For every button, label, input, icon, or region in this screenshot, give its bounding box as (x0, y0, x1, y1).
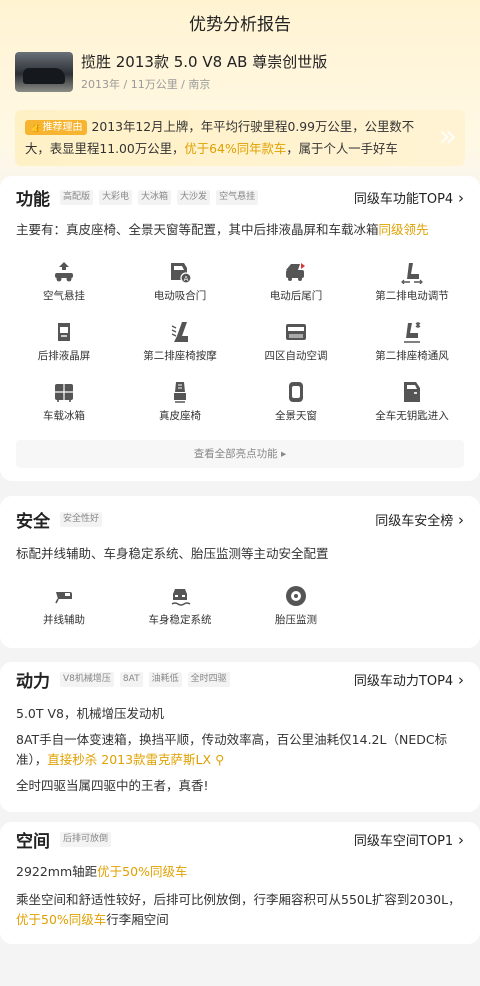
space-wheelbase: 2922mm轴距优于50%同级车 (16, 864, 188, 879)
leather-seat-icon (168, 380, 192, 404)
space-cargo: 乘坐空间和舒适性较好，后排可比例放倒，行李厢容积可从550L扩容到2030L，优… (16, 892, 461, 927)
feature-item[interactable]: 电动后尾门 (238, 254, 354, 314)
fridge-icon (52, 380, 76, 404)
features-desc: 主要有：真皮座椅、全景天窗等配置，其中后排液晶屏和车载冰箱同级领先 (16, 222, 429, 237)
feature-item[interactable]: 全车无钥匙进入 (354, 374, 470, 434)
space-chip: 后排可放倒 (60, 831, 112, 847)
feature-item[interactable]: 车载冰箱 (6, 374, 122, 434)
features-card: 功能 高配版 大彩电 大冰箱 大沙发 空气悬挂 同级车功能TOP4 主要有：真皮… (0, 176, 480, 481)
car-summary[interactable]: 揽胜 2013款 5.0 V8 AB 尊崇创世版 2013年 / 11万公里 /… (15, 52, 327, 92)
space-card: 空间 后排可放倒 同级车空间TOP1 2922mm轴距优于50%同级车 乘坐空间… (0, 822, 480, 944)
power-chip: 油耗低 (148, 671, 182, 687)
comparison-link[interactable]: 直接秒杀 2013款雷克萨斯LX ⚲ (47, 752, 224, 767)
feature-item[interactable]: 真皮座椅 (122, 374, 238, 434)
keyless-entry-icon (400, 380, 424, 404)
feature-item[interactable]: 第二排电动调节 (354, 254, 470, 314)
power-chip: 8AT (119, 671, 143, 687)
tire-pressure-icon (284, 584, 308, 608)
suspension-icon (52, 260, 76, 284)
feature-item[interactable]: 空气悬挂 (6, 254, 122, 314)
section-title: 空间 (16, 831, 50, 852)
recommend-reason: 👍推荐理由 2013年12月上牌，年平均行驶里程0.99万公里，公里数不大，表显里… (15, 110, 465, 166)
soft-close-door-icon: A (168, 260, 192, 284)
features-rank-link[interactable]: 同级车功能TOP4 (354, 188, 464, 207)
chevron-right-icon: » (438, 119, 457, 154)
reason-text-end: ，属于个人一手好车 (286, 141, 398, 156)
safety-item[interactable]: 车身稳定系统 (122, 578, 238, 638)
safety-card: 安全 安全性好 同级车安全榜 标配并线辅助、车身稳定系统、胎压监测等主动安全配置… (0, 496, 480, 648)
reason-highlight: 优于64%同年款车 (184, 141, 287, 156)
svg-text:A: A (184, 275, 189, 283)
power-card: 动力 V8机械增压 8AT 油耗低 全时四驱 同级车动力TOP4 5.0T V8… (0, 662, 480, 812)
power-chip: V8机械增压 (60, 671, 114, 687)
feature-item[interactable]: 后排液晶屏 (6, 314, 122, 374)
car-meta: 2013年 / 11万公里 / 南京 (81, 78, 211, 91)
car-name: 揽胜 2013款 5.0 V8 AB 尊崇创世版 (81, 53, 328, 71)
safety-chip: 安全性好 (60, 511, 103, 527)
space-rank-link[interactable]: 同级车空间TOP1 (354, 830, 464, 849)
view-all-features-button[interactable]: 查看全部亮点功能 (16, 440, 464, 468)
feature-item[interactable]: 第二排座椅通风 (354, 314, 470, 374)
seat-adjust-icon (400, 260, 424, 284)
lane-assist-icon (52, 584, 76, 608)
feature-item[interactable]: 第二排座椅按摩 (122, 314, 238, 374)
safety-item[interactable]: 胎压监测 (238, 578, 354, 638)
safety-grid: 并线辅助 车身稳定系统 胎压监测 (0, 578, 480, 638)
section-title: 安全 (16, 511, 50, 532)
feature-grid: 空气悬挂 A 电动吸合门 电动后尾门 第二排电动调节 后排液晶屏 第二排座椅按摩 … (0, 254, 480, 434)
seat-ventilation-icon (400, 320, 424, 344)
power-rank-link[interactable]: 同级车动力TOP4 (354, 670, 464, 689)
stability-control-icon (168, 584, 192, 608)
rear-screen-icon (52, 320, 76, 344)
search-icon: ⚲ (211, 752, 225, 767)
power-transmission: 8AT手自一体变速箱，换挡平顺，传动效率高，百公里油耗仅14.2L（NEDC标准… (16, 732, 448, 767)
feature-item[interactable]: 全景天窗 (238, 374, 354, 434)
feature-chip: 大冰箱 (138, 189, 172, 205)
safety-item[interactable]: 并线辅助 (6, 578, 122, 638)
feature-chip: 大沙发 (177, 189, 211, 205)
seat-massage-icon (168, 320, 192, 344)
feature-chip: 空气悬挂 (216, 189, 259, 205)
power-tailgate-icon (284, 260, 308, 284)
power-chip: 全时四驱 (187, 671, 230, 687)
recommend-badge: 👍推荐理由 (25, 120, 88, 135)
feature-item[interactable]: 四区自动空调 (238, 314, 354, 374)
feature-item[interactable]: A 电动吸合门 (122, 254, 238, 314)
section-title: 动力 (16, 671, 50, 692)
page-title: 优势分析报告 (189, 15, 291, 35)
climate-control-icon (284, 320, 308, 344)
car-thumbnail (15, 52, 73, 92)
section-title: 功能 (16, 189, 50, 210)
feature-chip: 大彩电 (99, 189, 133, 205)
power-engine: 5.0T V8，机械增压发动机 (16, 706, 164, 721)
power-drivetrain: 全时四驱当属四驱中的王者，真香! (16, 778, 209, 793)
safety-desc: 标配并线辅助、车身稳定系统、胎压监测等主动安全配置 (16, 546, 329, 561)
sunroof-icon (284, 380, 308, 404)
safety-rank-link[interactable]: 同级车安全榜 (375, 510, 464, 529)
feature-chip: 高配版 (60, 189, 94, 205)
